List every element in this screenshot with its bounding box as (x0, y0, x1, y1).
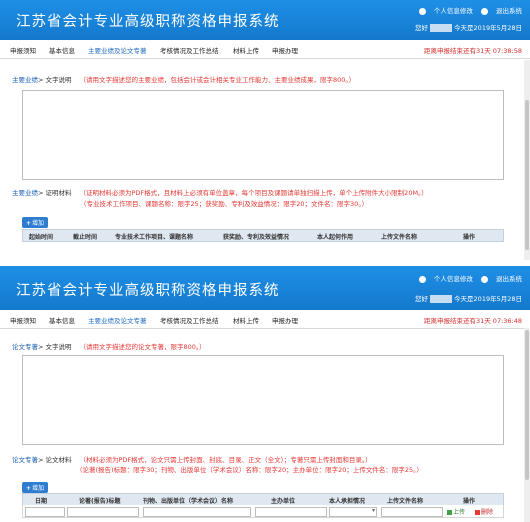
user-gear-icon (418, 275, 426, 283)
delete-button[interactable]: 删除 (475, 507, 493, 516)
column-header: 起始时间 (29, 234, 54, 241)
user-gear-icon (418, 7, 426, 15)
crumb-link[interactable]: 主要业绩 (12, 76, 38, 84)
column-header: 操作 (463, 498, 476, 505)
countdown-timer: 距离申报结束还有31天 07:38:58 (423, 47, 522, 55)
title-input[interactable] (67, 507, 139, 517)
plus-icon: + (26, 220, 32, 227)
nav-item-achievements[interactable]: 主要业绩及论文专著 (88, 315, 147, 325)
app-title: 江苏省会计专业高级职称资格申报系统 (16, 14, 280, 30)
logout-link[interactable]: 退出系统 (481, 275, 522, 283)
redacted-username (430, 295, 453, 303)
scrollbar-thumb[interactable] (525, 330, 529, 480)
crumb-link[interactable]: 论文专著 (12, 343, 38, 351)
nav-item-apply[interactable]: 申报办理 (272, 45, 298, 55)
role-select[interactable] (329, 507, 377, 517)
column-header: 获奖励、专利及效益情况 (223, 234, 290, 241)
section-crumb-papers: 论文专著> 论文材料 （材料必须为PDF格式，论文只需上传封面、封底、目录、正文（… (12, 456, 372, 464)
user-info: 您好 今天是2019年5月28日 (415, 295, 522, 303)
nav-item-achievements[interactable]: 主要业绩及论文专著 (88, 45, 147, 55)
redacted-username (430, 24, 453, 32)
nav-item-basic-info[interactable]: 基本信息 (49, 315, 75, 325)
nav-item-apply[interactable]: 申报办理 (272, 315, 298, 325)
nav-item-basic-info[interactable]: 基本信息 (49, 45, 75, 55)
header-bar: 江苏省会计专业高级职称资格申报系统 个人信息修改 退出系统 您好 今天是2019年… (0, 0, 530, 40)
column-header: 主办单位 (271, 498, 296, 505)
header-bar: 江苏省会计专业高级职称资格申报系统 个人信息修改 退出系统 您好 今天是2019年… (0, 266, 530, 310)
column-header: 本人承担情况 (329, 498, 366, 505)
add-row-button[interactable]: +增加 (22, 482, 49, 493)
main-nav: 申报须知 基本信息 主要业绩及论文专著 考核情况及工作总结 材料上传 申报办理 … (0, 40, 530, 59)
header-links: 个人信息修改 退出系统 (413, 273, 522, 283)
date-input[interactable] (25, 507, 65, 517)
nav-item-notice[interactable]: 申报须知 (10, 45, 36, 55)
vertical-scrollbar[interactable] (524, 328, 530, 522)
column-header: 操作 (463, 234, 476, 241)
column-header: 专业技术工作项目、课题名称 (115, 234, 194, 241)
profile-edit-link[interactable]: 个人信息修改 (418, 275, 473, 283)
upload-icon (447, 510, 452, 515)
field-limit-hint: （论著(报告)标题：限字30；刊物、出版单位（学术会议）名称：限字20；主办单位… (76, 466, 423, 474)
paper-description-textarea[interactable] (22, 355, 504, 445)
crumb-link[interactable]: 主要业绩 (12, 189, 38, 197)
nav-item-assessment[interactable]: 考核情况及工作总结 (160, 45, 219, 55)
publisher-input[interactable] (143, 507, 251, 517)
header-links: 个人信息修改 退出系统 (413, 5, 522, 15)
add-row-button[interactable]: +增加 (22, 217, 49, 228)
column-header: 刊物、出版单位（学术会议）名称 (143, 498, 234, 505)
section-crumb-evidence: 主要业绩> 证明材料 （证明材料必须为PDF格式，且材料上必须有单位盖章，每个项目… (12, 189, 428, 197)
column-header: 本人起何作用 (317, 234, 354, 241)
scrollbar-thumb[interactable] (525, 100, 529, 250)
column-header: 上传文件名称 (381, 234, 418, 241)
nav-item-upload[interactable]: 材料上传 (233, 45, 259, 55)
table-row: 上传 删除 (22, 505, 504, 518)
countdown-timer: 距离申报结束还有31天 07:36:48 (423, 317, 522, 325)
column-header: 日期 (35, 498, 48, 505)
achievement-description-textarea[interactable] (22, 90, 504, 180)
user-info: 您好 今天是2019年5月28日 (415, 24, 522, 32)
screenshot-panel-bottom: 江苏省会计专业高级职称资格申报系统 个人信息修改 退出系统 您好 今天是2019年… (0, 266, 530, 522)
screenshot-panel-top: 江苏省会计专业高级职称资格申报系统 个人信息修改 退出系统 您好 今天是2019年… (0, 0, 530, 261)
column-header: 论著(报告)标题 (79, 498, 121, 505)
filename-input[interactable] (381, 507, 443, 517)
logout-link[interactable]: 退出系统 (481, 7, 522, 15)
app-title: 江苏省会计专业高级职称资格申报系统 (16, 283, 280, 299)
plus-icon: + (26, 485, 32, 492)
nav-item-notice[interactable]: 申报须知 (10, 315, 36, 325)
logout-icon (481, 275, 488, 283)
section-crumb-text: 主要业绩> 文字说明 （请用文字描述您的主要业绩，包括会计或会计相关专业工作能力、… (12, 76, 356, 84)
nav-item-upload[interactable]: 材料上传 (233, 315, 259, 325)
crumb-link[interactable]: 论文专著 (12, 456, 38, 464)
main-nav: 申报须知 基本信息 主要业绩及论文专著 考核情况及工作总结 材料上传 申报办理 … (0, 310, 530, 329)
vertical-scrollbar[interactable] (524, 60, 530, 260)
delete-icon (475, 510, 480, 515)
logout-icon (481, 7, 488, 15)
section-crumb-text: 论文专著> 文字说明 （请用文字描述您的论文专著，限字800。） (12, 343, 206, 351)
column-header: 截止时间 (73, 234, 98, 241)
nav-item-assessment[interactable]: 考核情况及工作总结 (160, 315, 219, 325)
table-header-row: 起始时间 截止时间 专业技术工作项目、课题名称 获奖励、专利及效益情况 本人起何… (22, 229, 504, 242)
upload-button[interactable]: 上传 (447, 507, 465, 516)
column-header: 上传文件名称 (387, 498, 424, 505)
organizer-input[interactable] (255, 507, 327, 517)
field-limit-hint: （专业技术工作项目、课题名称：限字25；获奖励、专利及效益情况：限字20；文件名… (80, 200, 369, 208)
profile-edit-link[interactable]: 个人信息修改 (418, 7, 473, 15)
